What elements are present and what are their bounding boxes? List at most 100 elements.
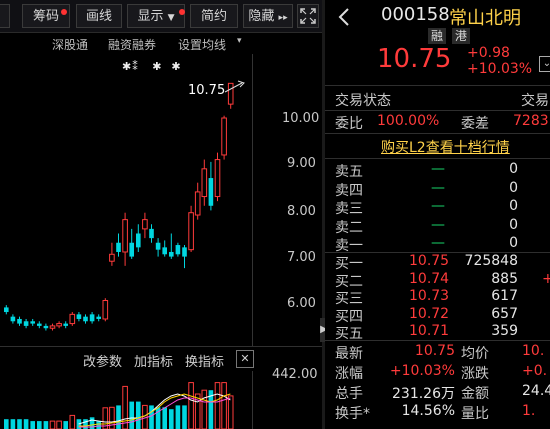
hk-connect-link[interactable]: 深股通 [52, 36, 88, 53]
ma-settings-link[interactable]: 设置均线 [178, 36, 226, 53]
candle-body[interactable] [214, 159, 221, 198]
level-price: 10.74 [409, 270, 450, 287]
candle-body[interactable] [30, 321, 35, 324]
toolbar-cut-button[interactable] [0, 4, 10, 28]
volume-bar [129, 401, 134, 429]
stat-row: 最新 10.75 均价 10. [325, 343, 550, 364]
stat-value: 1. [522, 403, 536, 419]
candle-body[interactable] [96, 316, 101, 319]
simple-button[interactable]: 简约 [190, 4, 238, 28]
hide-button[interactable]: 隐藏 ▸▸ [243, 4, 293, 28]
diff-label: 委差 [461, 116, 489, 132]
hk-tag: 港 [452, 28, 470, 44]
price-change-pct: +10.03% [467, 61, 533, 77]
candle-body[interactable] [109, 253, 115, 262]
stat-value: 231.26万 [392, 386, 455, 402]
candle-body[interactable] [23, 321, 29, 326]
indicator-divider [0, 346, 322, 347]
l2-upgrade-link[interactable]: 购买L2查看十档行情 [381, 137, 510, 157]
add-indicator-button[interactable]: 加指标 [134, 351, 173, 370]
candle-body[interactable] [49, 325, 56, 329]
hide-label: 隐藏 [248, 9, 275, 24]
candle-body[interactable] [201, 168, 208, 198]
candle-body[interactable] [221, 117, 227, 156]
candle-body[interactable] [17, 318, 22, 324]
candle-body[interactable] [10, 316, 16, 322]
candle-body[interactable] [188, 212, 194, 251]
chips-button[interactable]: 筹码 [22, 4, 70, 28]
divider [325, 158, 550, 159]
level-price: 10.75 [409, 253, 450, 269]
volume-axis-tick: 442.00 [272, 367, 318, 382]
volume-bar [175, 405, 181, 429]
stat-row: 总手 231.26万金额 24.40 [325, 383, 550, 404]
margin-link[interactable]: 融资融券 [108, 36, 156, 53]
candle-body[interactable] [56, 323, 62, 327]
candle-body[interactable] [175, 245, 181, 255]
close-indicator-icon[interactable]: ✕ [236, 350, 254, 368]
draw-button[interactable]: 画线 [76, 4, 122, 28]
stat-label: 换手* [335, 406, 370, 422]
candle-body[interactable] [182, 247, 187, 257]
switch-indicator-button[interactable]: 换指标 [185, 351, 224, 370]
candle-body[interactable] [76, 314, 82, 319]
candle-body[interactable] [136, 233, 141, 248]
candle-body[interactable] [43, 325, 49, 329]
candle-body[interactable] [4, 307, 9, 313]
diff-value: 7283 [513, 113, 549, 129]
ratio-label: 委比 [335, 116, 363, 132]
candle-body[interactable] [116, 242, 121, 252]
volume-bar [63, 421, 68, 429]
price-pointer-icon [224, 80, 245, 93]
chart-toolbar: 筹码 画线 显示 ▼ 简约 隐藏 ▸▸ [0, 0, 322, 33]
volume-bar [116, 405, 121, 429]
candle-body[interactable] [129, 242, 134, 257]
ma-settings-arrow-icon[interactable]: ▾ [237, 36, 242, 46]
modify-params-button[interactable]: 改参数 [83, 351, 122, 370]
stat-value: +10.03% [389, 363, 455, 379]
volume-bar [201, 389, 208, 429]
candle-body[interactable] [102, 299, 109, 320]
volume-bar [188, 382, 194, 429]
candle-body[interactable] [69, 313, 76, 325]
volume-bar [169, 409, 174, 429]
volume-bar [182, 405, 187, 429]
volume-chart[interactable] [0, 372, 252, 429]
candle-body[interactable] [169, 251, 174, 257]
level-price: — [431, 179, 445, 196]
divider [325, 133, 550, 134]
level-label: 卖二 [335, 219, 363, 236]
level-label: 卖四 [335, 182, 363, 199]
expand-button[interactable] [297, 4, 319, 28]
volume-bar [136, 401, 141, 429]
level-volume: 885 [491, 270, 518, 287]
volume-bar [83, 419, 88, 429]
divider [325, 110, 550, 111]
draw-label: 画线 [85, 9, 112, 24]
candle-body[interactable] [208, 178, 214, 206]
volume-bar [4, 419, 9, 429]
candle-body[interactable] [89, 314, 95, 322]
candle-body[interactable] [142, 219, 148, 230]
candle-body[interactable] [162, 247, 167, 255]
candle-body[interactable] [149, 228, 154, 239]
volume-bar [56, 420, 62, 429]
more-icon[interactable]: ⌄ [539, 56, 550, 72]
volume-bar [49, 420, 56, 429]
display-button[interactable]: 显示 ▼ [127, 4, 185, 28]
candle-body[interactable] [155, 242, 161, 250]
candle-body[interactable] [37, 323, 42, 326]
chevron-left-icon[interactable] [337, 7, 351, 27]
volume-bar [17, 419, 22, 429]
candle-body[interactable] [122, 219, 128, 253]
volume-bar [37, 421, 42, 429]
volume-ma-line [78, 397, 231, 428]
margin-tag: 融 [428, 28, 446, 44]
candle-body[interactable] [83, 316, 88, 322]
stat-value: 10.75 [414, 343, 455, 359]
simple-label: 简约 [200, 9, 227, 24]
candle-body[interactable] [194, 191, 201, 216]
display-alert-dot [179, 9, 185, 15]
chart-submenu: 深股通 融资融券 设置均线 ▾ [52, 36, 322, 54]
candle-body[interactable] [63, 323, 68, 326]
